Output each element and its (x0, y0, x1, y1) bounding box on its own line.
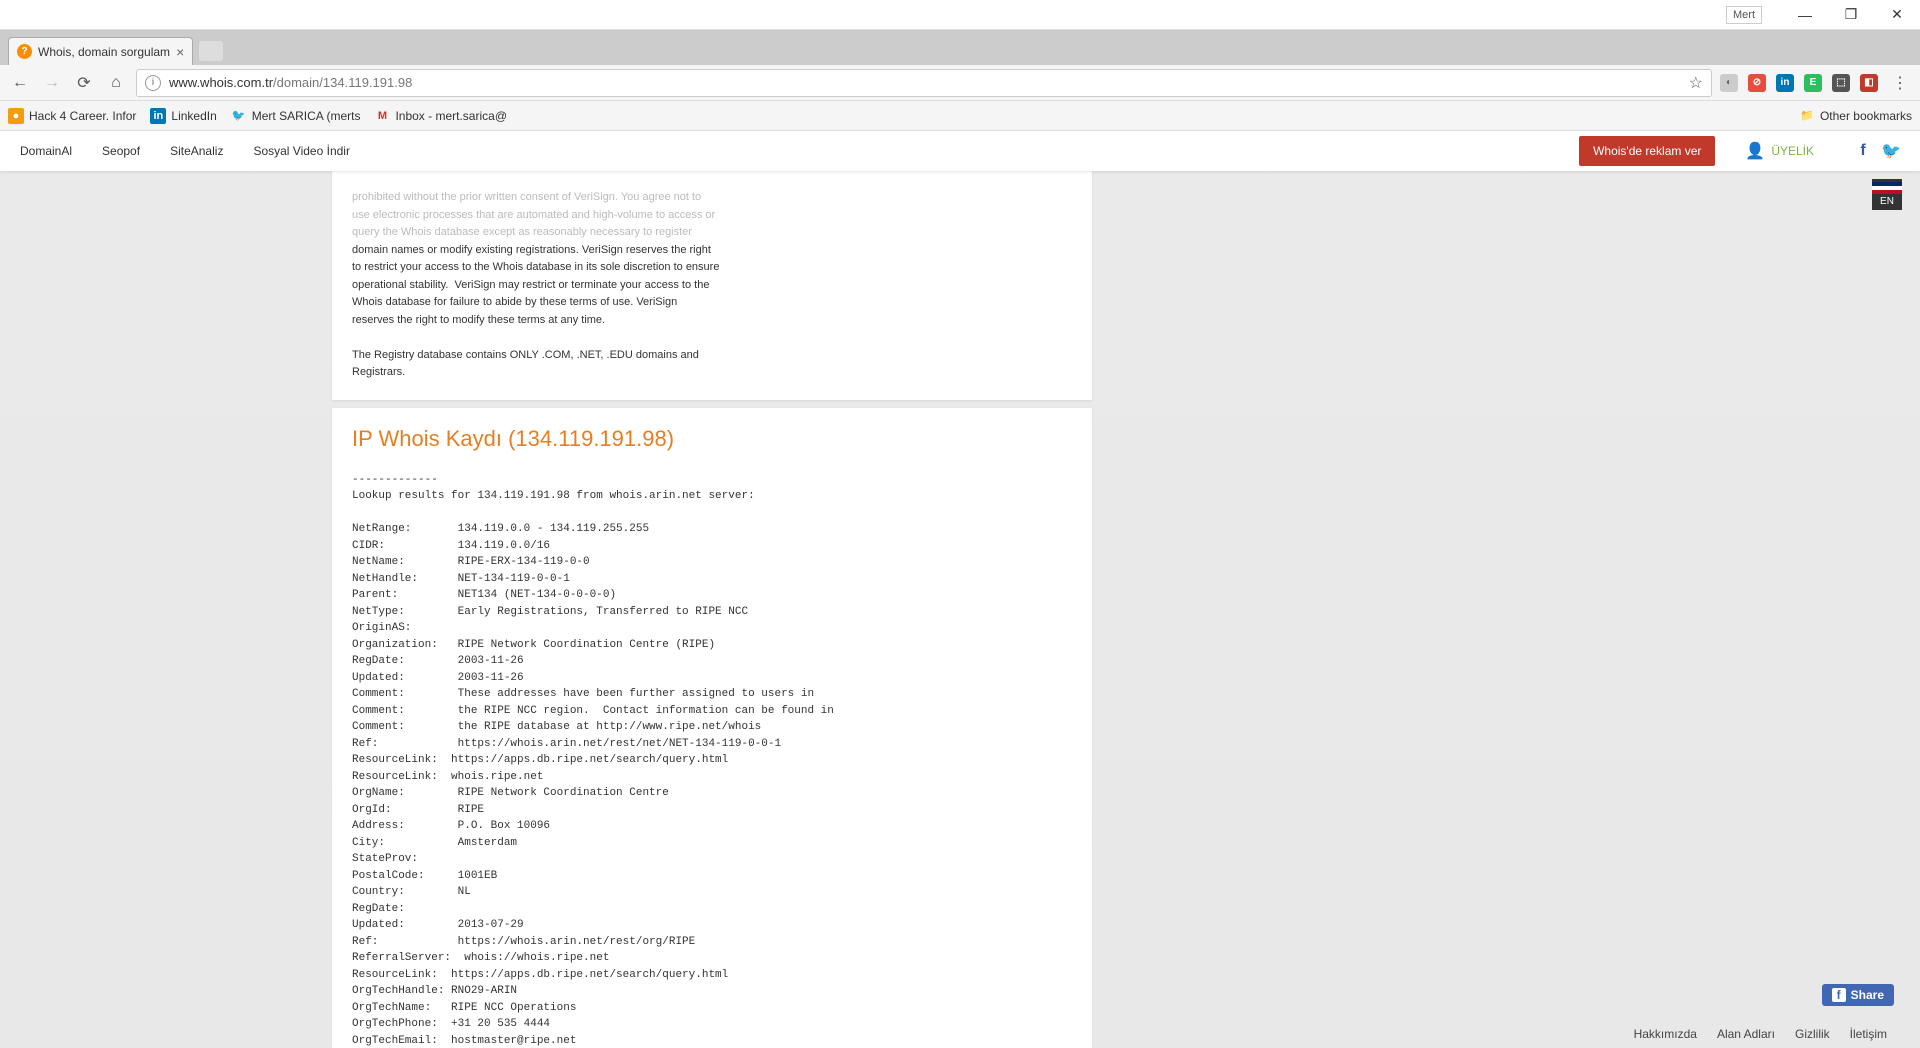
window-titlebar: Mert — ❐ ✕ (0, 0, 1920, 30)
bookmark-twitter[interactable]: 🐦 Mert SARICA (merts (231, 108, 361, 124)
home-button[interactable]: ⌂ (104, 71, 128, 95)
gmail-icon: M (374, 108, 390, 124)
footer-domains[interactable]: Alan Adları (1717, 1027, 1775, 1041)
browser-menu-icon[interactable]: ⋮ (1888, 71, 1912, 95)
browser-tab-active[interactable]: ? Whois, domain sorgulam × (8, 37, 193, 65)
ip-whois-body: ------------- Lookup results for 134.119… (352, 472, 1072, 1048)
language-switcher[interactable]: EN (1872, 179, 1902, 210)
nav-siteanaliz[interactable]: SiteAnaliz (170, 144, 223, 158)
footer-privacy[interactable]: Gizlilik (1795, 1027, 1830, 1041)
window-close[interactable]: ✕ (1874, 0, 1920, 30)
bookmark-gmail[interactable]: M Inbox - mert.sarica@ (374, 108, 507, 124)
extension-icon-2[interactable]: ⊘ (1748, 74, 1766, 92)
bookmark-label: Mert SARICA (merts (252, 109, 361, 123)
twitter-icon: 🐦 (231, 108, 247, 124)
language-label: EN (1872, 196, 1902, 207)
site-info-icon[interactable]: i (145, 75, 161, 91)
twitter-icon[interactable]: 🐦 (1882, 142, 1900, 160)
reload-button[interactable]: ⟳ (72, 71, 96, 95)
tab-title: Whois, domain sorgulam (38, 45, 170, 59)
nav-sosyalvideo[interactable]: Sosyal Video İndir (253, 144, 350, 158)
share-label: Share (1851, 988, 1884, 1002)
window-maximize[interactable]: ❐ (1828, 0, 1874, 30)
whois-terms-faded: prohibited without the prior written con… (352, 191, 715, 238)
browser-tabstrip: ? Whois, domain sorgulam × (0, 30, 1920, 65)
membership-link[interactable]: 👤 ÜYELİK (1745, 141, 1814, 161)
other-bookmarks-label: Other bookmarks (1820, 109, 1912, 123)
tab-close-icon[interactable]: × (176, 44, 184, 60)
ip-whois-card: IP Whois Kaydı (134.119.191.98) --------… (332, 408, 1092, 1048)
url-path: /domain/134.119.191.98 (273, 75, 412, 90)
site-header: DomainAl Seopof SiteAnaliz Sosyal Video … (0, 131, 1920, 171)
window-minimize[interactable]: — (1782, 0, 1828, 30)
other-bookmarks[interactable]: 📁 Other bookmarks (1799, 108, 1912, 124)
advertise-button[interactable]: Whois'de reklam ver (1579, 136, 1715, 166)
membership-label: ÜYELİK (1771, 144, 1814, 158)
extension-icons: ◐ ⊘ in E ⬚ ◧ ⋮ (1720, 71, 1912, 95)
folder-icon: 📁 (1799, 108, 1815, 124)
windows-user: Mert (1726, 6, 1762, 24)
extension-icon-1[interactable]: ◐ (1720, 74, 1738, 92)
bookmark-icon: ● (8, 108, 24, 124)
bookmark-label: LinkedIn (171, 109, 216, 123)
facebook-icon: f (1832, 988, 1846, 1002)
linkedin-icon: in (150, 108, 166, 124)
extension-icon-6[interactable]: ◧ (1860, 74, 1878, 92)
bookmark-hack4career[interactable]: ● Hack 4 Career. Infor (8, 108, 136, 124)
facebook-icon[interactable]: f (1854, 142, 1872, 160)
bookmark-linkedin[interactable]: in LinkedIn (150, 108, 216, 124)
whois-terms-text: prohibited without the prior written con… (352, 189, 1072, 382)
whois-terms-card: prohibited without the prior written con… (332, 171, 1092, 400)
nav-seopof[interactable]: Seopof (102, 144, 140, 158)
ip-whois-heading: IP Whois Kaydı (134.119.191.98) (352, 426, 1072, 452)
page-viewport[interactable]: DomainAl Seopof SiteAnaliz Sosyal Video … (0, 131, 1920, 1048)
url-host: www.whois.com.tr (169, 75, 273, 90)
bookmark-label: Inbox - mert.sarica@ (395, 109, 507, 123)
new-tab-button[interactable] (199, 41, 223, 61)
flag-icon (1872, 182, 1902, 194)
tab-favicon-icon: ? (17, 44, 32, 59)
facebook-share-button[interactable]: f Share (1822, 984, 1894, 1006)
bookmark-star-icon[interactable]: ☆ (1689, 73, 1703, 93)
person-icon: 👤 (1745, 141, 1765, 161)
extension-icon-linkedin[interactable]: in (1776, 74, 1794, 92)
footer-contact[interactable]: İletişim (1850, 1027, 1887, 1041)
content-column: prohibited without the prior written con… (332, 171, 1092, 1048)
back-button[interactable]: ← (8, 71, 32, 95)
nav-domainal[interactable]: DomainAl (20, 144, 72, 158)
browser-toolbar: ← → ⟳ ⌂ i www.whois.com.tr/domain/134.11… (0, 65, 1920, 101)
bookmarks-bar: ● Hack 4 Career. Infor in LinkedIn 🐦 Mer… (0, 101, 1920, 131)
footer-about[interactable]: Hakkımızda (1634, 1027, 1697, 1041)
extension-icon-evernote[interactable]: E (1804, 74, 1822, 92)
whois-terms-body: domain names or modify existing registra… (352, 244, 719, 379)
address-bar[interactable]: i www.whois.com.tr/domain/134.119.191.98… (136, 69, 1712, 97)
extension-icon-5[interactable]: ⬚ (1832, 74, 1850, 92)
forward-button[interactable]: → (40, 71, 64, 95)
site-footer: Hakkımızda Alan Adları Gizlilik İletişim (0, 1020, 1905, 1048)
bookmark-label: Hack 4 Career. Infor (29, 109, 136, 123)
